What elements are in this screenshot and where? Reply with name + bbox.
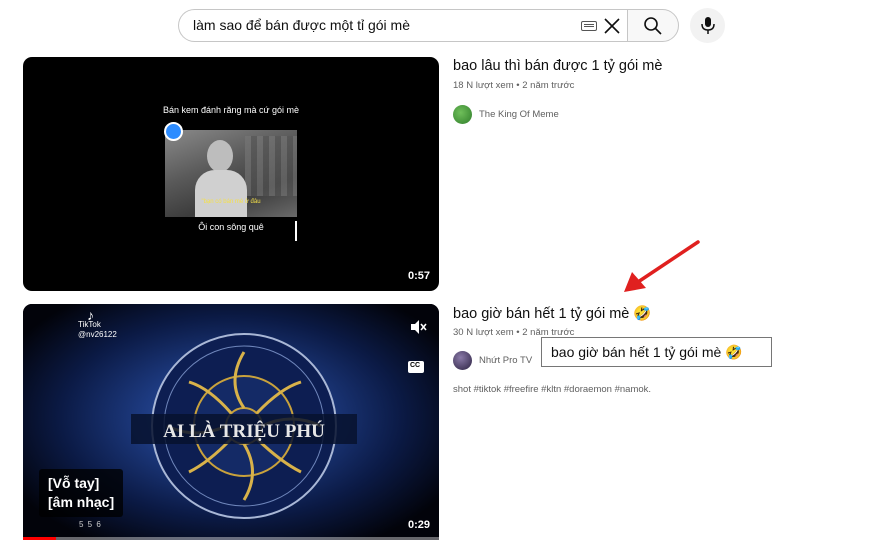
duration-badge: 0:57	[407, 270, 430, 282]
mute-icon[interactable]	[409, 318, 427, 336]
subtitle-box: [Vỗ tay] [âm nhạc]	[39, 469, 124, 517]
clear-search-icon[interactable]	[602, 16, 622, 36]
show-logo-text: AI LÀ TRIỆU PHÚ	[163, 420, 325, 442]
upload-age: 2 năm trước	[522, 80, 575, 91]
video-meta: 18 N lượt xem • 2 năm trước	[453, 80, 575, 91]
duration-badge: 0:29	[407, 519, 430, 531]
thumbnail-subtitle: "bạn có bán mè ở đâu	[201, 199, 261, 205]
search-icon	[644, 17, 662, 35]
tiktok-watermark: ♪ TikTok @nv26122	[78, 307, 117, 339]
view-count: 18 N lượt xem	[453, 80, 514, 91]
channel-link[interactable]: Nhứt Pro TV	[453, 350, 532, 370]
avatar	[453, 350, 472, 370]
channel-name: Nhứt Pro TV	[479, 354, 533, 366]
tiktok-label: TikTok	[78, 320, 101, 329]
video-title[interactable]: bao lâu thì bán được 1 tỷ gói mè	[453, 58, 662, 74]
search-button[interactable]	[627, 9, 679, 42]
annotation-arrow-icon	[624, 240, 700, 292]
video-title[interactable]: bao giờ bán hết 1 tỷ gói mè 🤣	[453, 305, 651, 322]
keyboard-icon[interactable]	[581, 21, 597, 31]
voice-search-button[interactable]	[690, 8, 725, 43]
tiktok-user: @nv26122	[78, 330, 117, 339]
subtitle-line: [Vỗ tay]	[48, 475, 100, 491]
view-count: 30 N lượt xem	[453, 327, 514, 338]
video-thumbnail[interactable]: AI LÀ TRIỆU PHÚ ♪ TikTok @nv26122 [Vỗ ta…	[23, 304, 439, 540]
thumbnail-photo: "bạn có bán mè ở đâu	[165, 130, 297, 217]
overlay-number: 5 5 6	[79, 520, 102, 529]
video-thumbnail[interactable]: Bán kem đánh răng mà cứ gói mè "bạn có b…	[23, 57, 439, 291]
search-bar[interactable]: làm sao để bán được một tỉ gói mè	[178, 9, 627, 42]
subtitle-line: [âm nhạc]	[48, 494, 115, 510]
search-input[interactable]: làm sao để bán được một tỉ gói mè	[193, 17, 410, 33]
video-description: shot #tiktok #freefire #kltn #doraemon #…	[453, 384, 652, 395]
thumbnail-caption-bottom: Ôi con sông quê	[198, 222, 264, 232]
show-logo-image: AI LÀ TRIỆU PHÚ	[131, 333, 357, 519]
badge-icon	[164, 122, 183, 141]
channel-link[interactable]: The King Of Meme	[453, 104, 559, 124]
title-tooltip: bao giờ bán hết 1 tỷ gói mè 🤣	[541, 337, 772, 367]
captions-icon[interactable]	[408, 361, 424, 373]
avatar	[453, 104, 472, 124]
channel-name: The King Of Meme	[479, 108, 559, 120]
thumbnail-caption: Bán kem đánh răng mà cứ gói mè	[162, 105, 300, 115]
microphone-icon	[701, 17, 715, 34]
